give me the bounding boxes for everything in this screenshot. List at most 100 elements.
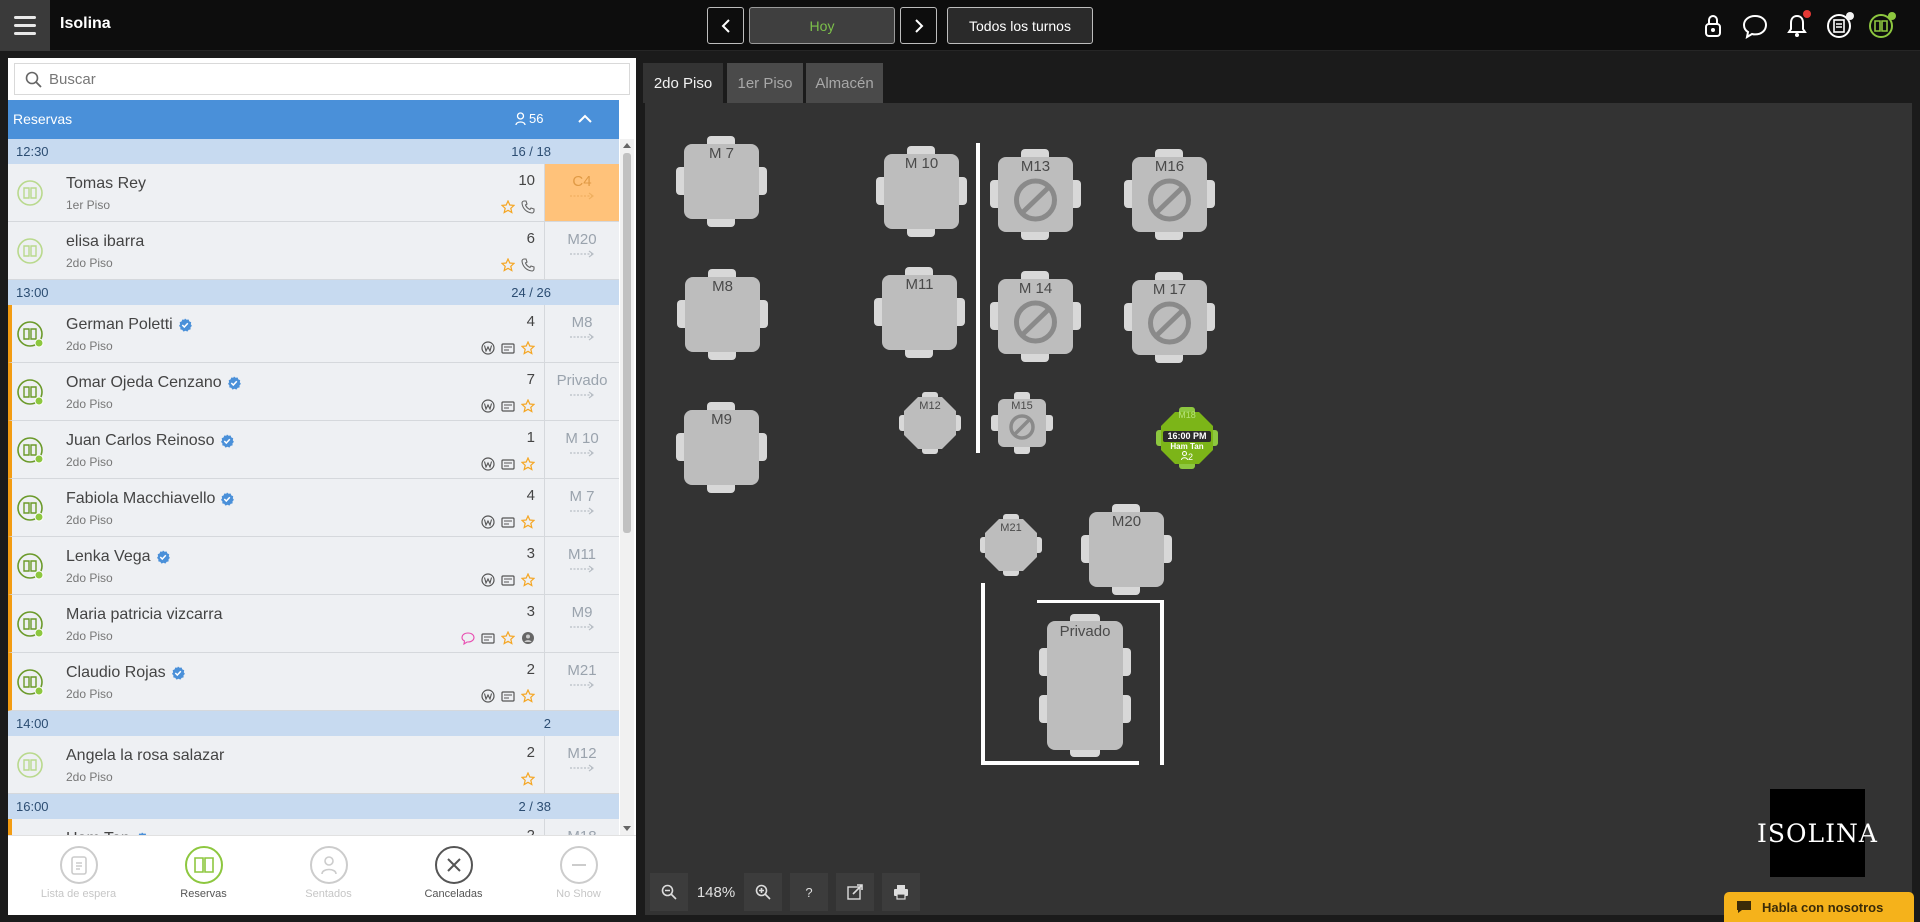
party-size: 7 <box>526 371 535 388</box>
reservation-row[interactable]: Claudio Rojas 2do Piso 2 M21 <box>8 653 619 711</box>
star-icon <box>521 573 535 587</box>
fit-button[interactable] <box>836 873 874 911</box>
reservation-row[interactable]: Omar Ojeda Cenzano 2do Piso 7 Privado <box>8 363 619 421</box>
reservation-row[interactable]: Juan Carlos Reinoso 2do Piso 1 M 10 <box>8 421 619 479</box>
help-button[interactable]: ? <box>790 873 828 911</box>
chevron-right-icon <box>914 18 923 33</box>
wall <box>1160 600 1164 765</box>
reservation-row[interactable]: Fabiola Macchiavello 2do Piso 4 M 7 <box>8 479 619 537</box>
table-m12[interactable]: M12 <box>898 391 962 455</box>
tab-cancelled[interactable]: Canceladas <box>391 836 516 916</box>
web-icon <box>481 341 495 355</box>
seated-status-icon[interactable] <box>16 320 44 348</box>
book-icon[interactable] <box>16 751 44 779</box>
table-m18[interactable]: M18 16:00 PM Ham Tan 2 <box>1155 406 1219 470</box>
arrow-right-icon <box>570 681 594 689</box>
seated-status-icon[interactable] <box>16 436 44 464</box>
chat-icon[interactable] <box>1742 13 1768 39</box>
scroll-up-arrow[interactable] <box>623 143 631 148</box>
assign-table-cell[interactable]: M12 <box>544 736 619 793</box>
clipboard-icon <box>70 856 87 875</box>
book-icon[interactable] <box>16 237 44 265</box>
table-label: M9 <box>711 411 732 428</box>
search-input[interactable] <box>49 64 619 94</box>
seated-status-icon[interactable] <box>16 494 44 522</box>
reservation-row[interactable]: elisa ibarra 2do Piso 6 M20 <box>8 222 619 280</box>
table-m15[interactable]: M15 <box>990 391 1054 455</box>
table-privado[interactable]: Privado <box>1038 613 1132 758</box>
zoom-out-button[interactable] <box>650 873 688 911</box>
zoom-toolbar: 148% ? <box>650 873 920 911</box>
table-m11[interactable]: M11 <box>873 266 966 359</box>
guest-name-container: Juan Carlos Reinoso <box>66 432 234 450</box>
chat-with-us-button[interactable]: Habla con nosotros <box>1724 892 1914 922</box>
menu-button[interactable] <box>0 0 50 51</box>
comment-icon <box>461 632 475 645</box>
slot-capacity: 2 <box>543 716 551 731</box>
slot-time: 13:00 <box>16 285 49 300</box>
table-m14[interactable]: M 14 <box>989 270 1082 363</box>
reservation-row[interactable]: Maria patricia vizcarra 2do Piso 3 M9 <box>8 595 619 653</box>
assign-table-cell[interactable]: M21 <box>544 653 619 710</box>
tab-almacen[interactable]: Almacén <box>806 63 883 103</box>
scrollbar-thumb[interactable] <box>623 153 631 533</box>
assign-table-cell[interactable]: M18 <box>544 819 619 835</box>
scrollbar[interactable] <box>620 139 634 835</box>
table-m16[interactable]: M16 <box>1123 148 1216 241</box>
lock-icon[interactable] <box>1700 13 1726 39</box>
assign-table-cell[interactable]: M 7 <box>544 479 619 536</box>
zoom-in-button[interactable] <box>744 873 782 911</box>
tab-reservations-label: Reservas <box>180 888 227 900</box>
assign-table-cell[interactable]: M8 <box>544 305 619 362</box>
seated-status-icon[interactable] <box>16 610 44 638</box>
party-size: 1 <box>526 429 535 446</box>
party-size: 2 <box>526 744 535 761</box>
next-day-button[interactable] <box>900 7 937 44</box>
reservation-row[interactable]: Tomas Rey 1er Piso 10 C4 <box>8 164 619 222</box>
table-m7[interactable]: M 7 <box>675 135 768 228</box>
tab-reservations[interactable]: Reservas <box>141 836 266 916</box>
reservation-row[interactable]: Ham Tan2do Piso2M18 <box>8 819 619 835</box>
table-m10[interactable]: M 10 <box>875 145 968 238</box>
scroll-down-arrow[interactable] <box>623 826 631 831</box>
seated-status-icon[interactable] <box>16 668 44 696</box>
tab-2do-piso[interactable]: 2do Piso <box>643 63 723 103</box>
tab-waitlist[interactable]: Lista de espera <box>16 836 141 916</box>
reservation-row[interactable]: Angela la rosa salazar 2do Piso 2 M12 <box>8 736 619 794</box>
card-icon <box>501 517 515 528</box>
table-m9[interactable]: M9 <box>675 401 768 494</box>
tab-no-show[interactable]: No Show <box>516 836 641 916</box>
seated-status-icon[interactable] <box>16 378 44 406</box>
table-m17[interactable]: M 17 <box>1123 271 1216 364</box>
star-icon <box>501 631 515 645</box>
reservation-row[interactable]: German Poletti 2do Piso 4 M8 <box>8 305 619 363</box>
assign-table-cell[interactable]: C4 <box>544 164 619 221</box>
table-m13[interactable]: M13 <box>989 148 1082 241</box>
reservation-badges <box>481 457 535 471</box>
chevron-up-icon[interactable] <box>573 108 597 130</box>
assign-table-cell[interactable]: M11 <box>544 537 619 594</box>
guest-floor: 1er Piso <box>66 198 111 212</box>
reservation-row[interactable]: Lenka Vega 2do Piso 3 M11 <box>8 537 619 595</box>
tab-1er-piso[interactable]: 1er Piso <box>727 63 803 103</box>
assign-table-cell[interactable]: Privado <box>544 363 619 420</box>
book-icon[interactable] <box>16 179 44 207</box>
web-icon <box>481 457 495 471</box>
tab-seated[interactable]: Sentados <box>266 836 391 916</box>
print-button[interactable] <box>882 873 920 911</box>
assign-table-cell[interactable]: M20 <box>544 222 619 279</box>
arrow-right-icon <box>570 391 594 399</box>
seated-status-icon[interactable] <box>16 552 44 580</box>
table-m8[interactable]: M8 <box>676 268 769 361</box>
assigned-table: M8 <box>571 314 593 331</box>
assign-table-cell[interactable]: M9 <box>544 595 619 652</box>
top-bar: Isolina Hoy Todos los turnos <box>0 0 1920 51</box>
assign-table-cell[interactable]: M 10 <box>544 421 619 478</box>
previous-day-button[interactable] <box>707 7 744 44</box>
today-button[interactable]: Hoy <box>749 7 895 44</box>
arrow-right-icon <box>570 623 594 631</box>
arrow-right-icon <box>570 764 594 772</box>
all-shifts-button[interactable]: Todos los turnos <box>947 7 1093 44</box>
table-m20[interactable]: M20 <box>1080 503 1173 596</box>
table-m21[interactable]: M21 <box>979 513 1043 577</box>
